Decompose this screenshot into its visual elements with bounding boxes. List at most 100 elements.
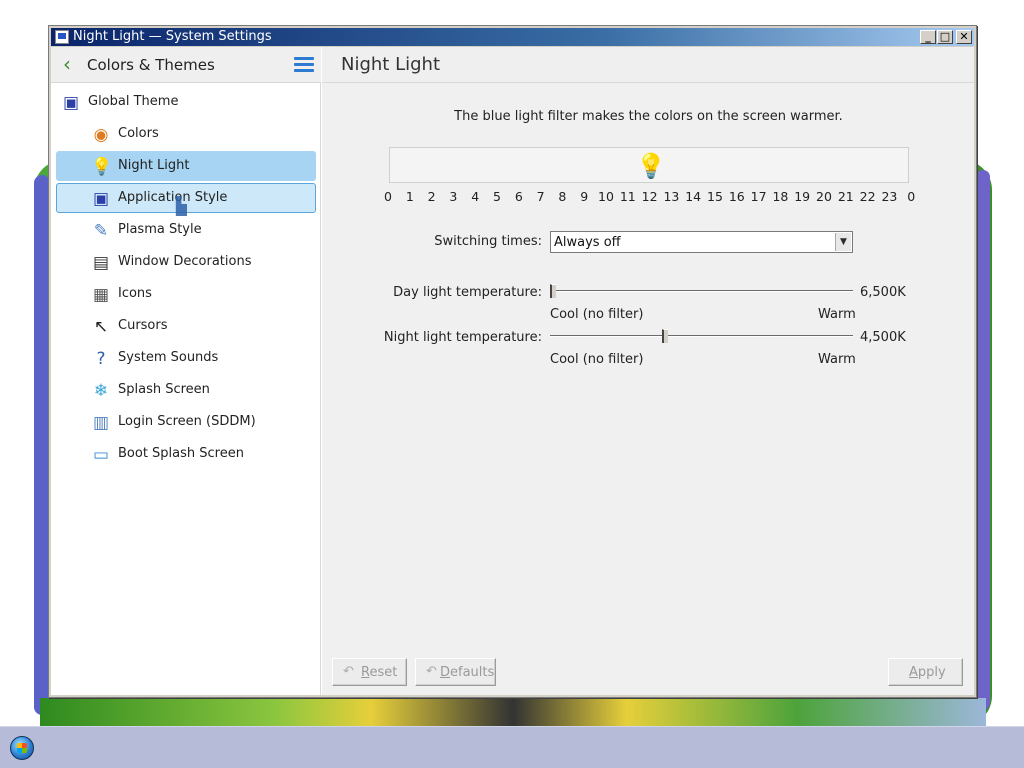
sidebar-item-boot-splash-screen[interactable]: ▭ Boot Splash Screen bbox=[56, 439, 316, 469]
apply-button[interactable]: Apply bbox=[888, 658, 963, 686]
icons-icon: ▦ bbox=[92, 285, 110, 305]
night-temperature-track[interactable] bbox=[550, 335, 853, 337]
sidebar-item-label: Login Screen (SDDM) bbox=[118, 414, 256, 429]
sidebar-item-label: Colors bbox=[118, 126, 159, 141]
sidebar-item-label: Icons bbox=[118, 286, 152, 301]
boot-splash-icon: ▭ bbox=[92, 445, 110, 465]
colors-icon: ◉ bbox=[93, 125, 109, 145]
system-settings-icon bbox=[55, 30, 69, 44]
taskbar bbox=[0, 726, 1024, 768]
sidebar-item-plasma-style[interactable]: ✎ Plasma Style bbox=[56, 215, 316, 245]
hour-label: 0 bbox=[384, 189, 392, 204]
hour-label: 13 bbox=[663, 189, 680, 204]
hour-label: 4 bbox=[471, 189, 480, 204]
defaults-icon: ↶ bbox=[426, 664, 437, 679]
sidebar-item-label: Application Style bbox=[118, 190, 228, 205]
reset-label: Reset bbox=[361, 665, 398, 680]
application-style-icon: ▣ bbox=[92, 189, 110, 209]
back-arrow-icon[interactable]: ‹ bbox=[63, 54, 79, 75]
night-warm-label: Warm bbox=[818, 352, 856, 367]
window-decorations-icon: ▤ bbox=[92, 253, 110, 273]
night-temperature-label: Night light temperature: bbox=[383, 330, 542, 345]
sidebar-item-system-sounds[interactable]: ? System Sounds bbox=[56, 343, 316, 373]
day-warm-label: Warm bbox=[818, 307, 856, 322]
sidebar-item-login-screen-sddm[interactable]: ▥ Login Screen (SDDM) bbox=[56, 407, 316, 437]
window-titlebar[interactable]: Night Light — System Settings _ □ ✕ bbox=[51, 28, 974, 46]
main-panel: Night Light The blue light filter makes … bbox=[322, 47, 974, 695]
defaults-button[interactable]: ↶ Defaults bbox=[415, 658, 496, 686]
hour-label: 22 bbox=[859, 189, 876, 204]
sidebar-item-label: Boot Splash Screen bbox=[118, 446, 244, 461]
chevron-down-icon[interactable]: ▼ bbox=[835, 233, 851, 251]
page-title: Night Light bbox=[341, 54, 440, 75]
day-temperature-label: Day light temperature: bbox=[393, 285, 542, 300]
window-client: ‹ Colors & Themes ▣ Global Theme ◉ Colors 💡 N… bbox=[51, 47, 974, 695]
wallpaper-bottom-strip bbox=[40, 698, 986, 726]
sidebar-item-cursors[interactable]: ↖ Cursors bbox=[56, 311, 316, 341]
hour-label: 5 bbox=[493, 189, 501, 204]
sidebar-item-splash-screen[interactable]: ❄ Splash Screen bbox=[56, 375, 316, 405]
hour-label: 21 bbox=[837, 189, 854, 204]
reset-button[interactable]: ↶ Reset bbox=[332, 658, 407, 686]
hour-label: 10 bbox=[598, 189, 614, 204]
hour-label: 15 bbox=[707, 189, 723, 204]
sidebar-title[interactable]: Colors & Themes bbox=[87, 56, 215, 74]
hour-label: 19 bbox=[794, 189, 811, 204]
hamburger-menu-icon[interactable] bbox=[294, 57, 314, 73]
sidebar-item-label: Global Theme bbox=[88, 94, 179, 109]
hour-label: 16 bbox=[728, 189, 745, 204]
night-temperature-handle[interactable] bbox=[662, 329, 669, 343]
hour-label: 14 bbox=[685, 189, 702, 204]
splash-screen-icon: ❄ bbox=[93, 381, 109, 401]
night-cool-label: Cool (no filter) bbox=[550, 352, 644, 367]
sidebar-item-label: Cursors bbox=[118, 318, 168, 333]
hour-label: 11 bbox=[619, 189, 636, 204]
sidebar-item-label: Plasma Style bbox=[118, 222, 202, 237]
day-temperature-value: 6,500K bbox=[860, 285, 906, 300]
hour-label: 2 bbox=[427, 189, 436, 204]
sidebar: ‹ Colors & Themes ▣ Global Theme ◉ Colors 💡 N… bbox=[51, 47, 321, 695]
description-text: The blue light filter makes the colors o… bbox=[454, 109, 843, 124]
sidebar-item-night-light[interactable]: 💡 Night Light bbox=[56, 151, 316, 181]
sidebar-header: ‹ Colors & Themes bbox=[51, 47, 321, 83]
wallpaper-right-edge bbox=[976, 170, 990, 710]
undo-icon: ↶ bbox=[343, 664, 354, 679]
bulb-icon: 💡 bbox=[91, 157, 113, 177]
hour-label: 17 bbox=[750, 189, 767, 204]
day-temperature-track[interactable] bbox=[550, 290, 853, 292]
apply-label: Apply bbox=[909, 665, 946, 680]
day-temperature-handle[interactable] bbox=[550, 284, 556, 298]
minimize-button[interactable]: _ bbox=[920, 30, 936, 44]
switching-times-label: Switching times: bbox=[434, 234, 542, 249]
hour-label: 0 bbox=[907, 189, 916, 204]
system-sounds-icon: ? bbox=[96, 349, 106, 369]
sidebar-item-label: Splash Screen bbox=[118, 382, 210, 397]
sidebar-item-window-decorations[interactable]: ▤ Window Decorations bbox=[56, 247, 316, 277]
main-header: Night Light bbox=[322, 47, 974, 83]
sidebar-item-icons[interactable]: ▦ Icons bbox=[56, 279, 316, 309]
global-theme-icon: ▣ bbox=[62, 93, 80, 113]
hour-label: 3 bbox=[449, 189, 458, 204]
day-cool-label: Cool (no filter) bbox=[550, 307, 644, 322]
hour-label: 18 bbox=[772, 189, 789, 204]
bulb-icon: 💡 bbox=[636, 152, 666, 180]
sidebar-item-label: Night Light bbox=[118, 158, 190, 173]
hour-label: 20 bbox=[816, 189, 832, 204]
hour-label: 23 bbox=[881, 189, 898, 204]
defaults-label: Defaults bbox=[440, 665, 495, 680]
sidebar-nav: ▣ Global Theme ◉ Colors 💡 Night Light ▣ Applica… bbox=[51, 85, 321, 471]
sidebar-item-label: System Sounds bbox=[118, 350, 219, 365]
switching-times-select[interactable]: Always off ▼ bbox=[550, 231, 853, 253]
hour-label: 12 bbox=[641, 189, 658, 204]
sidebar-item-colors[interactable]: ◉ Colors bbox=[56, 119, 316, 149]
sidebar-item-global-theme[interactable]: ▣ Global Theme bbox=[56, 87, 316, 117]
maximize-button[interactable]: □ bbox=[937, 30, 953, 44]
sidebar-item-label: Window Decorations bbox=[118, 254, 252, 269]
system-settings-window: Night Light — System Settings _ □ ✕ ‹ Co… bbox=[48, 25, 977, 698]
hour-label: 8 bbox=[558, 189, 567, 204]
close-button[interactable]: ✕ bbox=[956, 30, 972, 44]
hour-label: 9 bbox=[580, 189, 589, 204]
switching-times-value: Always off bbox=[554, 235, 621, 250]
plasma-style-icon: ✎ bbox=[93, 221, 109, 241]
start-menu-icon[interactable] bbox=[10, 736, 34, 760]
